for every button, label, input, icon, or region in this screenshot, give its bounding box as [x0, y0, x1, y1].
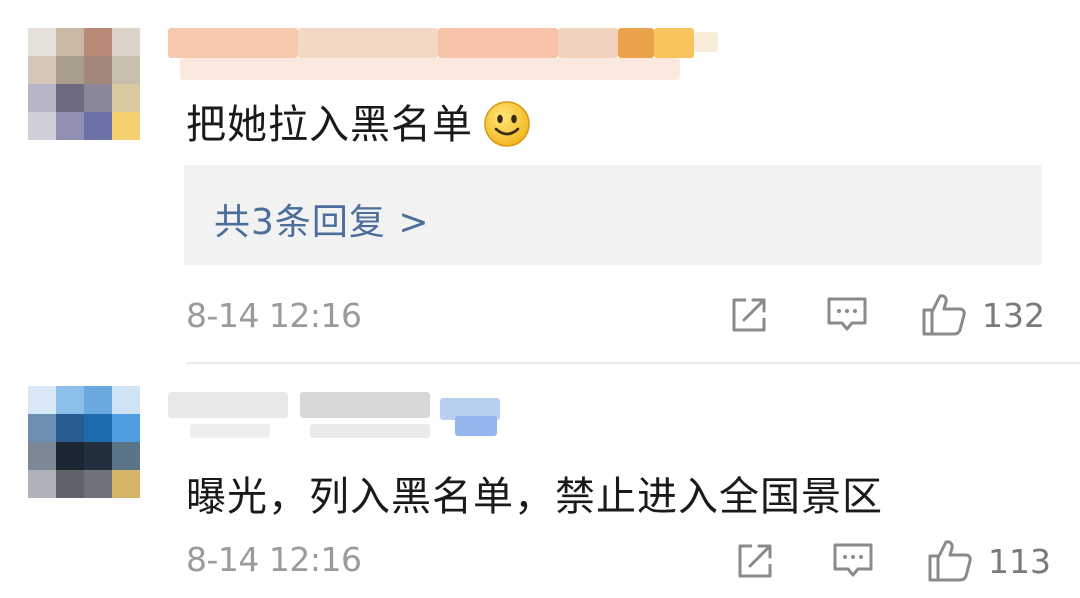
- avatar[interactable]: [28, 28, 140, 140]
- view-replies-button[interactable]: 共3条回复 >: [184, 165, 1042, 265]
- comment-item: 曝光，列入黑名单，禁止进入全国景区 8-14 12:16 113: [0, 364, 1080, 598]
- comment-button[interactable]: [832, 542, 874, 586]
- like-button[interactable]: [920, 290, 968, 342]
- thumbs-up-icon: [928, 540, 972, 582]
- share-button[interactable]: [734, 540, 776, 586]
- smile-emoji: [484, 101, 530, 147]
- timestamp: 8-14 12:16: [186, 540, 362, 579]
- like-count: 132: [982, 296, 1045, 335]
- comment-icon: [827, 297, 867, 331]
- comment-icon: [833, 543, 873, 577]
- replies-label: 共3条回复 >: [214, 202, 430, 243]
- share-icon: [738, 544, 772, 578]
- comment-text: 曝光，列入黑名单，禁止进入全国景区: [186, 474, 883, 520]
- thumbs-up-icon: [922, 294, 966, 336]
- comment-text: 把她拉入黑名单: [186, 92, 531, 150]
- timestamp: 8-14 12:16: [186, 296, 362, 335]
- like-count: 113: [988, 542, 1051, 581]
- share-icon: [732, 298, 766, 332]
- comment-item: 把她拉入黑名单 共3条回复 > 8-14 12:16 132: [0, 0, 1080, 364]
- avatar[interactable]: [28, 386, 140, 498]
- comment-button[interactable]: [826, 296, 868, 340]
- like-button[interactable]: [926, 536, 974, 588]
- share-button[interactable]: [728, 294, 770, 340]
